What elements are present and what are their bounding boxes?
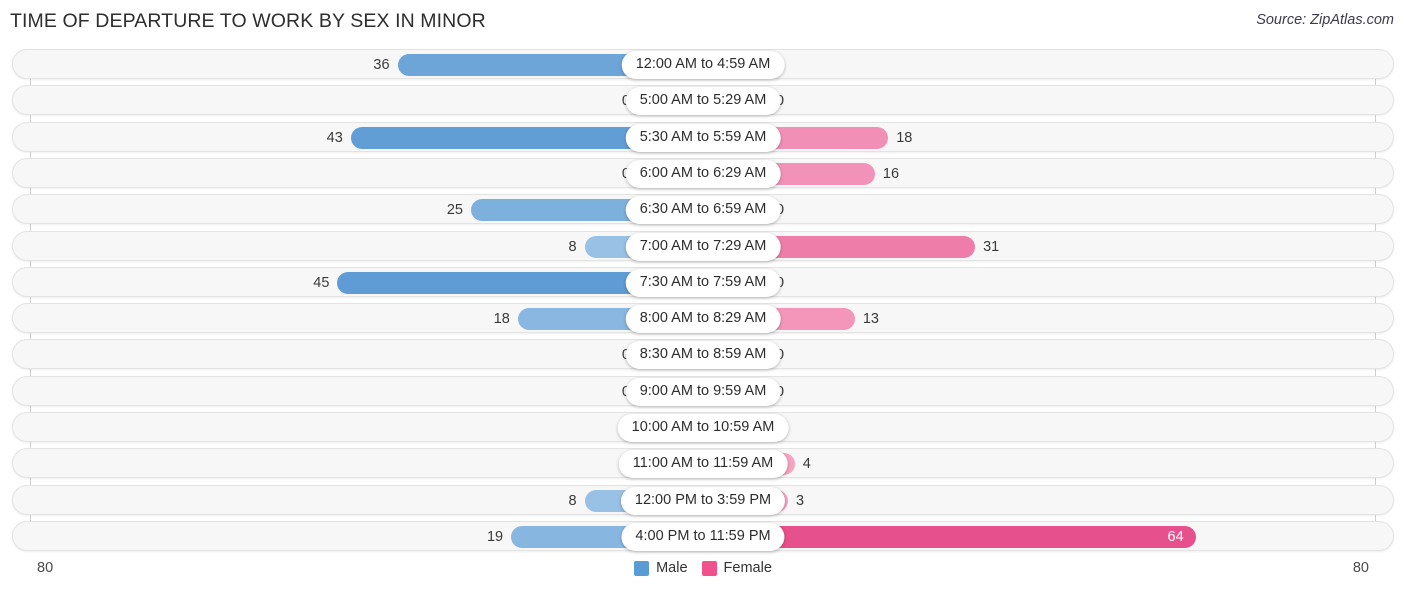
- table-row[interactable]: 2506:30 AM to 6:59 AM: [12, 194, 1394, 225]
- table-row[interactable]: 009:00 AM to 9:59 AM: [12, 375, 1394, 406]
- value-label-female: 16: [882, 165, 900, 182]
- legend-swatch-icon: [634, 560, 650, 576]
- value-label-female: 3: [796, 492, 805, 509]
- value-label-female: 18: [896, 129, 913, 146]
- legend-label: Male: [656, 560, 688, 576]
- category-label[interactable]: 10:00 AM to 10:59 AM: [617, 414, 789, 442]
- category-label[interactable]: 5:00 AM to 5:29 AM: [625, 87, 781, 116]
- category-label[interactable]: 6:30 AM to 6:59 AM: [625, 196, 781, 225]
- value-label-male: 19: [486, 528, 504, 545]
- value-label-male: 8: [568, 238, 577, 255]
- legend-item-female[interactable]: Female: [701, 560, 772, 576]
- table-row[interactable]: 008:30 AM to 8:59 AM: [12, 339, 1394, 370]
- category-label[interactable]: 4:00 PM to 11:59 PM: [621, 522, 785, 551]
- legend-label: Female: [723, 560, 772, 576]
- category-label[interactable]: 6:00 AM to 6:29 AM: [625, 159, 781, 188]
- value-label-female: 31: [983, 238, 1000, 255]
- chart-plot-area: 36012:00 AM to 4:59 AM 005:00 AM to 5:29 …: [0, 44, 1406, 552]
- value-label-female: 13: [862, 311, 879, 328]
- value-label-male: 25: [446, 202, 463, 219]
- value-label-male: 45: [313, 274, 330, 291]
- category-label[interactable]: 7:30 AM to 7:59 AM: [625, 268, 781, 297]
- value-label-male: 8: [568, 492, 577, 509]
- category-label[interactable]: 12:00 PM to 3:59 PM: [620, 486, 786, 515]
- table-row[interactable]: 0411:00 AM to 11:59 AM: [12, 448, 1394, 479]
- chart-legend: Male Female: [0, 560, 1406, 576]
- category-label[interactable]: 8:30 AM to 8:59 AM: [625, 341, 781, 370]
- source-attribution: Source: ZipAtlas.com: [1256, 12, 1394, 28]
- category-label[interactable]: 5:30 AM to 5:59 AM: [625, 123, 781, 152]
- table-row[interactable]: 4507:30 AM to 7:59 AM: [12, 266, 1394, 297]
- category-label[interactable]: 12:00 AM to 4:59 AM: [621, 51, 785, 79]
- chart-footer: 80 80 Male Female: [0, 552, 1406, 594]
- legend-item-male[interactable]: Male: [634, 560, 688, 576]
- value-label-male: 43: [326, 129, 343, 146]
- table-row[interactable]: 0010:00 AM to 10:59 AM: [12, 412, 1394, 442]
- table-row[interactable]: 005:00 AM to 5:29 AM: [12, 85, 1394, 116]
- value-label-male: 36: [373, 57, 390, 73]
- value-label-male: 18: [493, 311, 510, 328]
- table-row[interactable]: 19 64 4:00 PM to 11:59 PM: [12, 520, 1394, 551]
- category-label[interactable]: 9:00 AM to 9:59 AM: [625, 377, 781, 406]
- legend-swatch-icon: [701, 560, 717, 576]
- category-label[interactable]: 11:00 AM to 11:59 AM: [618, 450, 788, 479]
- category-label[interactable]: 7:00 AM to 7:29 AM: [625, 232, 781, 261]
- table-row[interactable]: 0166:00 AM to 6:29 AM: [12, 157, 1394, 188]
- chart-page: TIME OF DEPARTURE TO WORK BY SEX IN MINO…: [0, 0, 1406, 594]
- table-row[interactable]: 18 13 8:00 AM to 8:29 AM: [12, 303, 1394, 334]
- table-row[interactable]: 8 31 7:00 AM to 7:29 AM: [12, 230, 1394, 261]
- chart-header: TIME OF DEPARTURE TO WORK BY SEX IN MINO…: [0, 0, 1406, 44]
- value-label-female: 4: [802, 456, 811, 473]
- page-title: TIME OF DEPARTURE TO WORK BY SEX IN MINO…: [10, 10, 486, 32]
- table-row[interactable]: 43 18 5:30 AM to 5:59 AM: [12, 121, 1394, 152]
- table-row[interactable]: 36012:00 AM to 4:59 AM: [12, 49, 1394, 79]
- value-label-female: 64: [1167, 528, 1184, 545]
- table-row[interactable]: 8 3 12:00 PM to 3:59 PM: [12, 484, 1394, 515]
- category-label[interactable]: 8:00 AM to 8:29 AM: [625, 305, 781, 334]
